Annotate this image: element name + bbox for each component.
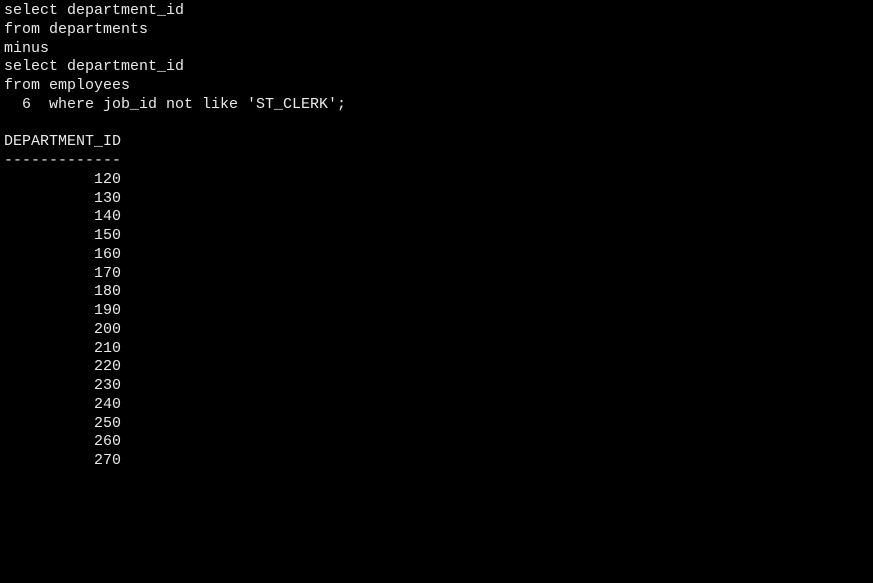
result-row: 220 (4, 358, 869, 377)
result-row: 190 (4, 302, 869, 321)
result-row: 180 (4, 283, 869, 302)
result-row: 170 (4, 265, 869, 284)
sql-line-4: select department_id (4, 58, 869, 77)
sql-line-3: minus (4, 40, 869, 59)
result-row: 200 (4, 321, 869, 340)
sql-line-5: from employees (4, 77, 869, 96)
result-row: 150 (4, 227, 869, 246)
sql-line-2: from departments (4, 21, 869, 40)
result-row: 250 (4, 415, 869, 434)
sql-line-6: 6 where job_id not like 'ST_CLERK'; (4, 96, 869, 115)
result-row: 270 (4, 452, 869, 471)
result-row: 260 (4, 433, 869, 452)
result-row: 230 (4, 377, 869, 396)
result-row: 120 (4, 171, 869, 190)
column-header: DEPARTMENT_ID (4, 133, 869, 152)
sql-line-1: select department_id (4, 2, 869, 21)
result-row: 130 (4, 190, 869, 209)
column-separator: ------------- (4, 152, 869, 171)
result-row: 140 (4, 208, 869, 227)
result-row: 210 (4, 340, 869, 359)
result-row: 160 (4, 246, 869, 265)
result-row: 240 (4, 396, 869, 415)
blank-line (4, 115, 869, 134)
